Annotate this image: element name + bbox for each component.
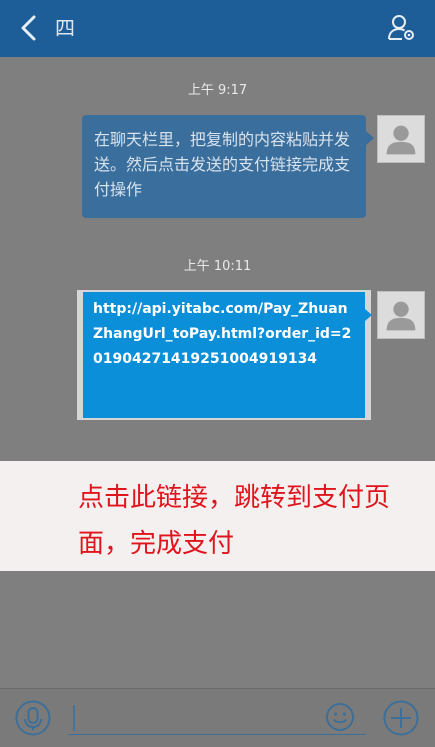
back-arrow-icon[interactable] [18, 14, 38, 42]
message-input[interactable] [68, 701, 366, 735]
default-avatar-icon [386, 301, 416, 331]
instruction-text: 点击此链接，跳转到支付页面，完成支付 [78, 483, 391, 559]
emoji-icon[interactable] [325, 702, 355, 732]
instruction-banner: 点击此链接，跳转到支付页面，完成支付 [0, 461, 435, 571]
default-avatar-icon [386, 125, 416, 155]
avatar[interactable] [377, 115, 425, 163]
message-timestamp: 上午 9:17 [187, 83, 248, 98]
chat-title: 四 [55, 16, 75, 40]
avatar[interactable] [377, 291, 425, 339]
input-bar [0, 688, 435, 747]
user-settings-icon[interactable] [387, 13, 417, 43]
chat-header: 四 [0, 0, 435, 57]
payment-link-bubble[interactable]: http://api.yitabc.com/Pay_ZhuanZhangUrl_… [83, 292, 365, 418]
microphone-icon[interactable] [15, 700, 51, 736]
message-timestamp: 上午 10:11 [183, 259, 252, 274]
plus-icon[interactable] [383, 700, 419, 736]
text-cursor [73, 705, 75, 731]
message-bubble[interactable]: 在聊天栏里，把复制的内容粘贴并发送。然后点击发送的支付链接完成支付操作 [82, 115, 374, 218]
bubble-tail [365, 309, 372, 321]
